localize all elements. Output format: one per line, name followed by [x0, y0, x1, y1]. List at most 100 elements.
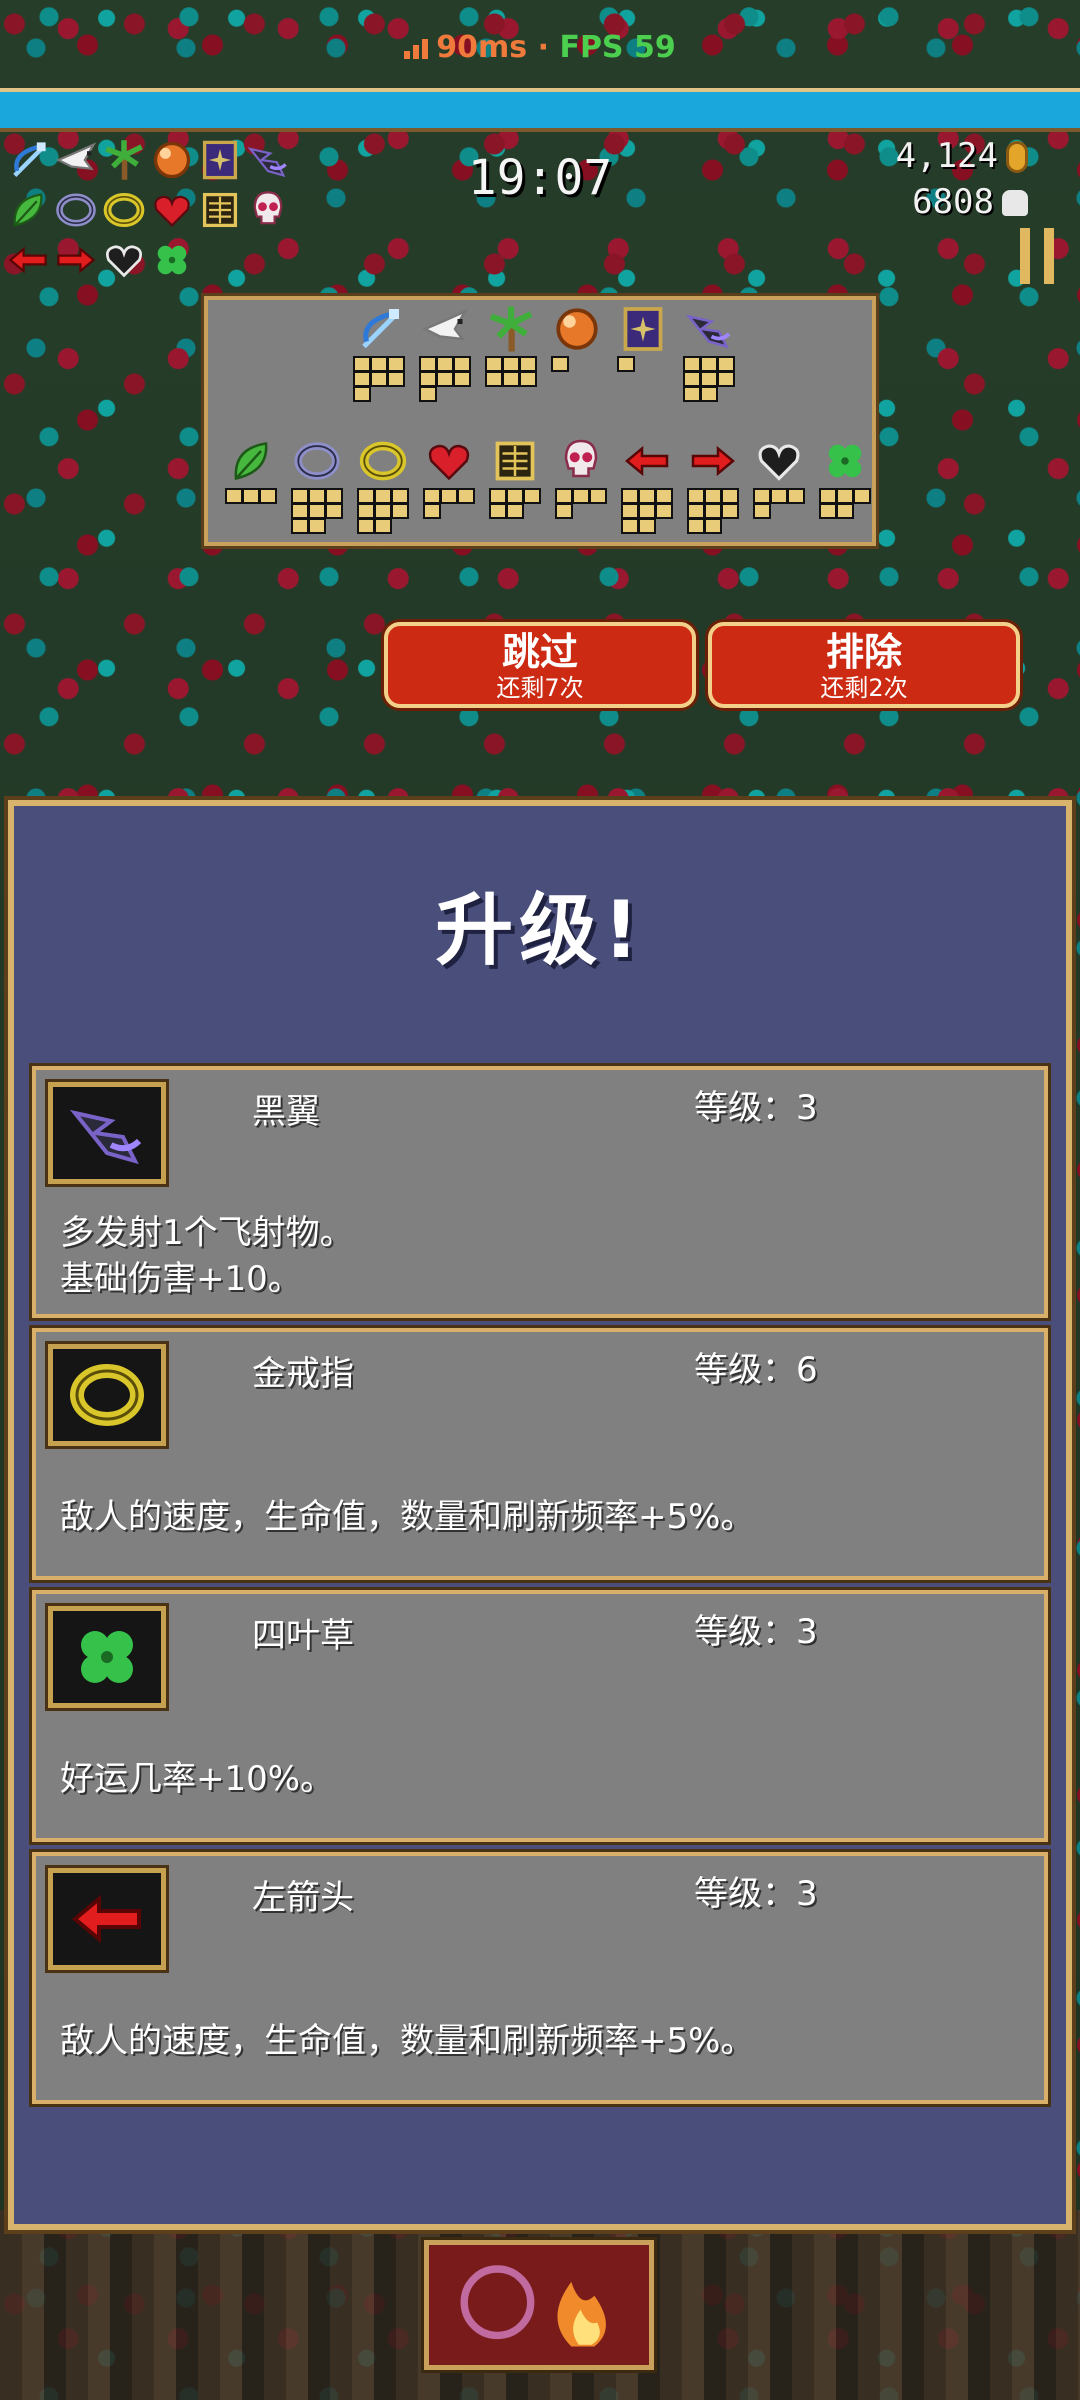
- level-pip: [419, 371, 437, 387]
- level-pip: [753, 488, 771, 504]
- clover-icon: [63, 1617, 151, 1697]
- inventory-slot: [218, 436, 284, 522]
- level-pip: [655, 503, 673, 519]
- level-pip: [853, 488, 871, 504]
- inventory-slot: [478, 304, 544, 390]
- level-pip: [436, 356, 454, 372]
- level-pip: [387, 371, 405, 387]
- level-pip: [687, 518, 705, 534]
- level-pips: [548, 488, 614, 519]
- black-heart-icon: [751, 436, 807, 486]
- description-line: 好运几率+10%。: [60, 1759, 335, 1799]
- item-description: 好运几率+10%。: [60, 1756, 1020, 1802]
- item-level: 等级：3: [694, 1874, 818, 1914]
- gold-value: 4,124: [895, 136, 998, 176]
- orb-icon: [549, 304, 605, 354]
- heart-icon: [421, 436, 477, 486]
- level-pip: [687, 503, 705, 519]
- level-pip: [721, 488, 739, 504]
- item-frame: [48, 1082, 166, 1184]
- item-name: 黑翼: [252, 1092, 320, 1132]
- fps-text: FPS 59: [559, 30, 676, 65]
- level-pip: [391, 488, 409, 504]
- level-pip: [353, 386, 371, 402]
- level-pips: [478, 356, 544, 387]
- level-pip: [638, 488, 656, 504]
- banish-button[interactable]: 排除 还剩2次: [708, 622, 1020, 708]
- level-pip: [374, 518, 392, 534]
- arcana-card: [424, 2240, 654, 2370]
- level-pip: [357, 518, 375, 534]
- level-pips: [680, 488, 746, 534]
- passive-slots: [218, 436, 878, 534]
- level-pip: [819, 503, 837, 519]
- level-pip: [242, 488, 260, 504]
- upgrade-option-clover[interactable]: 四叶草 等级：3 好运几率+10%。: [32, 1590, 1048, 1842]
- level-pip: [374, 503, 392, 519]
- level-pip: [419, 356, 437, 372]
- upgrade-option-left-arrow[interactable]: 左箭头 等级：3 敌人的速度，生命值，数量和刷新频率+5%。: [32, 1852, 1048, 2104]
- level-pip: [291, 488, 309, 504]
- level-pip: [485, 356, 503, 372]
- level-pip: [704, 518, 722, 534]
- right-arrow-icon: [54, 238, 98, 282]
- pause-button[interactable]: [1020, 228, 1054, 284]
- level-pip: [357, 503, 375, 519]
- level-pip: [555, 488, 573, 504]
- item-description: 敌人的速度，生命值，数量和刷新频率+5%。: [60, 2018, 1020, 2064]
- description-line: 敌人的速度，生命值，数量和刷新频率+5%。: [60, 2021, 755, 2061]
- level-pip: [423, 503, 441, 519]
- level-pip: [506, 488, 524, 504]
- level-pip: [683, 386, 701, 402]
- level-pip: [753, 503, 771, 519]
- clover-icon: [150, 238, 194, 282]
- signal-icon: [404, 39, 429, 59]
- skull-icon: [1002, 190, 1028, 216]
- upgrade-option-gold-ring[interactable]: 金戒指 等级：6 敌人的速度，生命值，数量和刷新频率+5%。: [32, 1328, 1048, 1580]
- level-pip: [325, 503, 343, 519]
- level-pip: [638, 503, 656, 519]
- bow-icon: [351, 304, 407, 354]
- level-pip: [308, 518, 326, 534]
- level-pips: [812, 488, 878, 519]
- arcana-fire-icon: [460, 2265, 606, 2347]
- level-pip: [572, 488, 590, 504]
- inventory-slot: [482, 436, 548, 522]
- candelabra-icon: [487, 436, 543, 486]
- inventory-slot: [416, 436, 482, 522]
- item-name: 左箭头: [252, 1878, 354, 1918]
- gold-ring-icon: [355, 436, 411, 486]
- level-pip: [683, 371, 701, 387]
- skip-remaining: 还剩7次: [496, 674, 584, 702]
- level-pip: [704, 503, 722, 519]
- description-line: 多发射1个飞射物。: [60, 1213, 354, 1253]
- level-pip: [502, 371, 520, 387]
- level-pip: [440, 488, 458, 504]
- level-pip: [621, 503, 639, 519]
- inventory-slot: [284, 436, 350, 534]
- level-pip: [436, 371, 454, 387]
- level-pip: [721, 503, 739, 519]
- description-line: 基础伤害+10。: [60, 1259, 302, 1299]
- level-pip: [621, 488, 639, 504]
- level-pip: [419, 386, 437, 402]
- upgrade-option-black-wing[interactable]: 黑翼 等级：3 多发射1个飞射物。 基础伤害+10。: [32, 1066, 1048, 1318]
- level-pip: [353, 356, 371, 372]
- level-pip: [506, 503, 524, 519]
- skip-button[interactable]: 跳过 还剩7次: [384, 622, 696, 708]
- level-pips: [284, 488, 350, 534]
- inventory-slot: [544, 304, 610, 390]
- level-pips: [218, 488, 284, 504]
- item-level: 等级：3: [694, 1088, 818, 1128]
- level-pip: [770, 488, 788, 504]
- right-arrow-icon: [685, 436, 741, 486]
- level-pip: [502, 356, 520, 372]
- inventory-slot: [614, 436, 680, 534]
- level-pip: [453, 356, 471, 372]
- spellbook-icon: [615, 304, 671, 354]
- inventory-slot: [812, 436, 878, 522]
- separator: ·: [537, 30, 549, 65]
- level-pip: [370, 356, 388, 372]
- level-pip: [836, 488, 854, 504]
- item-frame: [48, 1868, 166, 1970]
